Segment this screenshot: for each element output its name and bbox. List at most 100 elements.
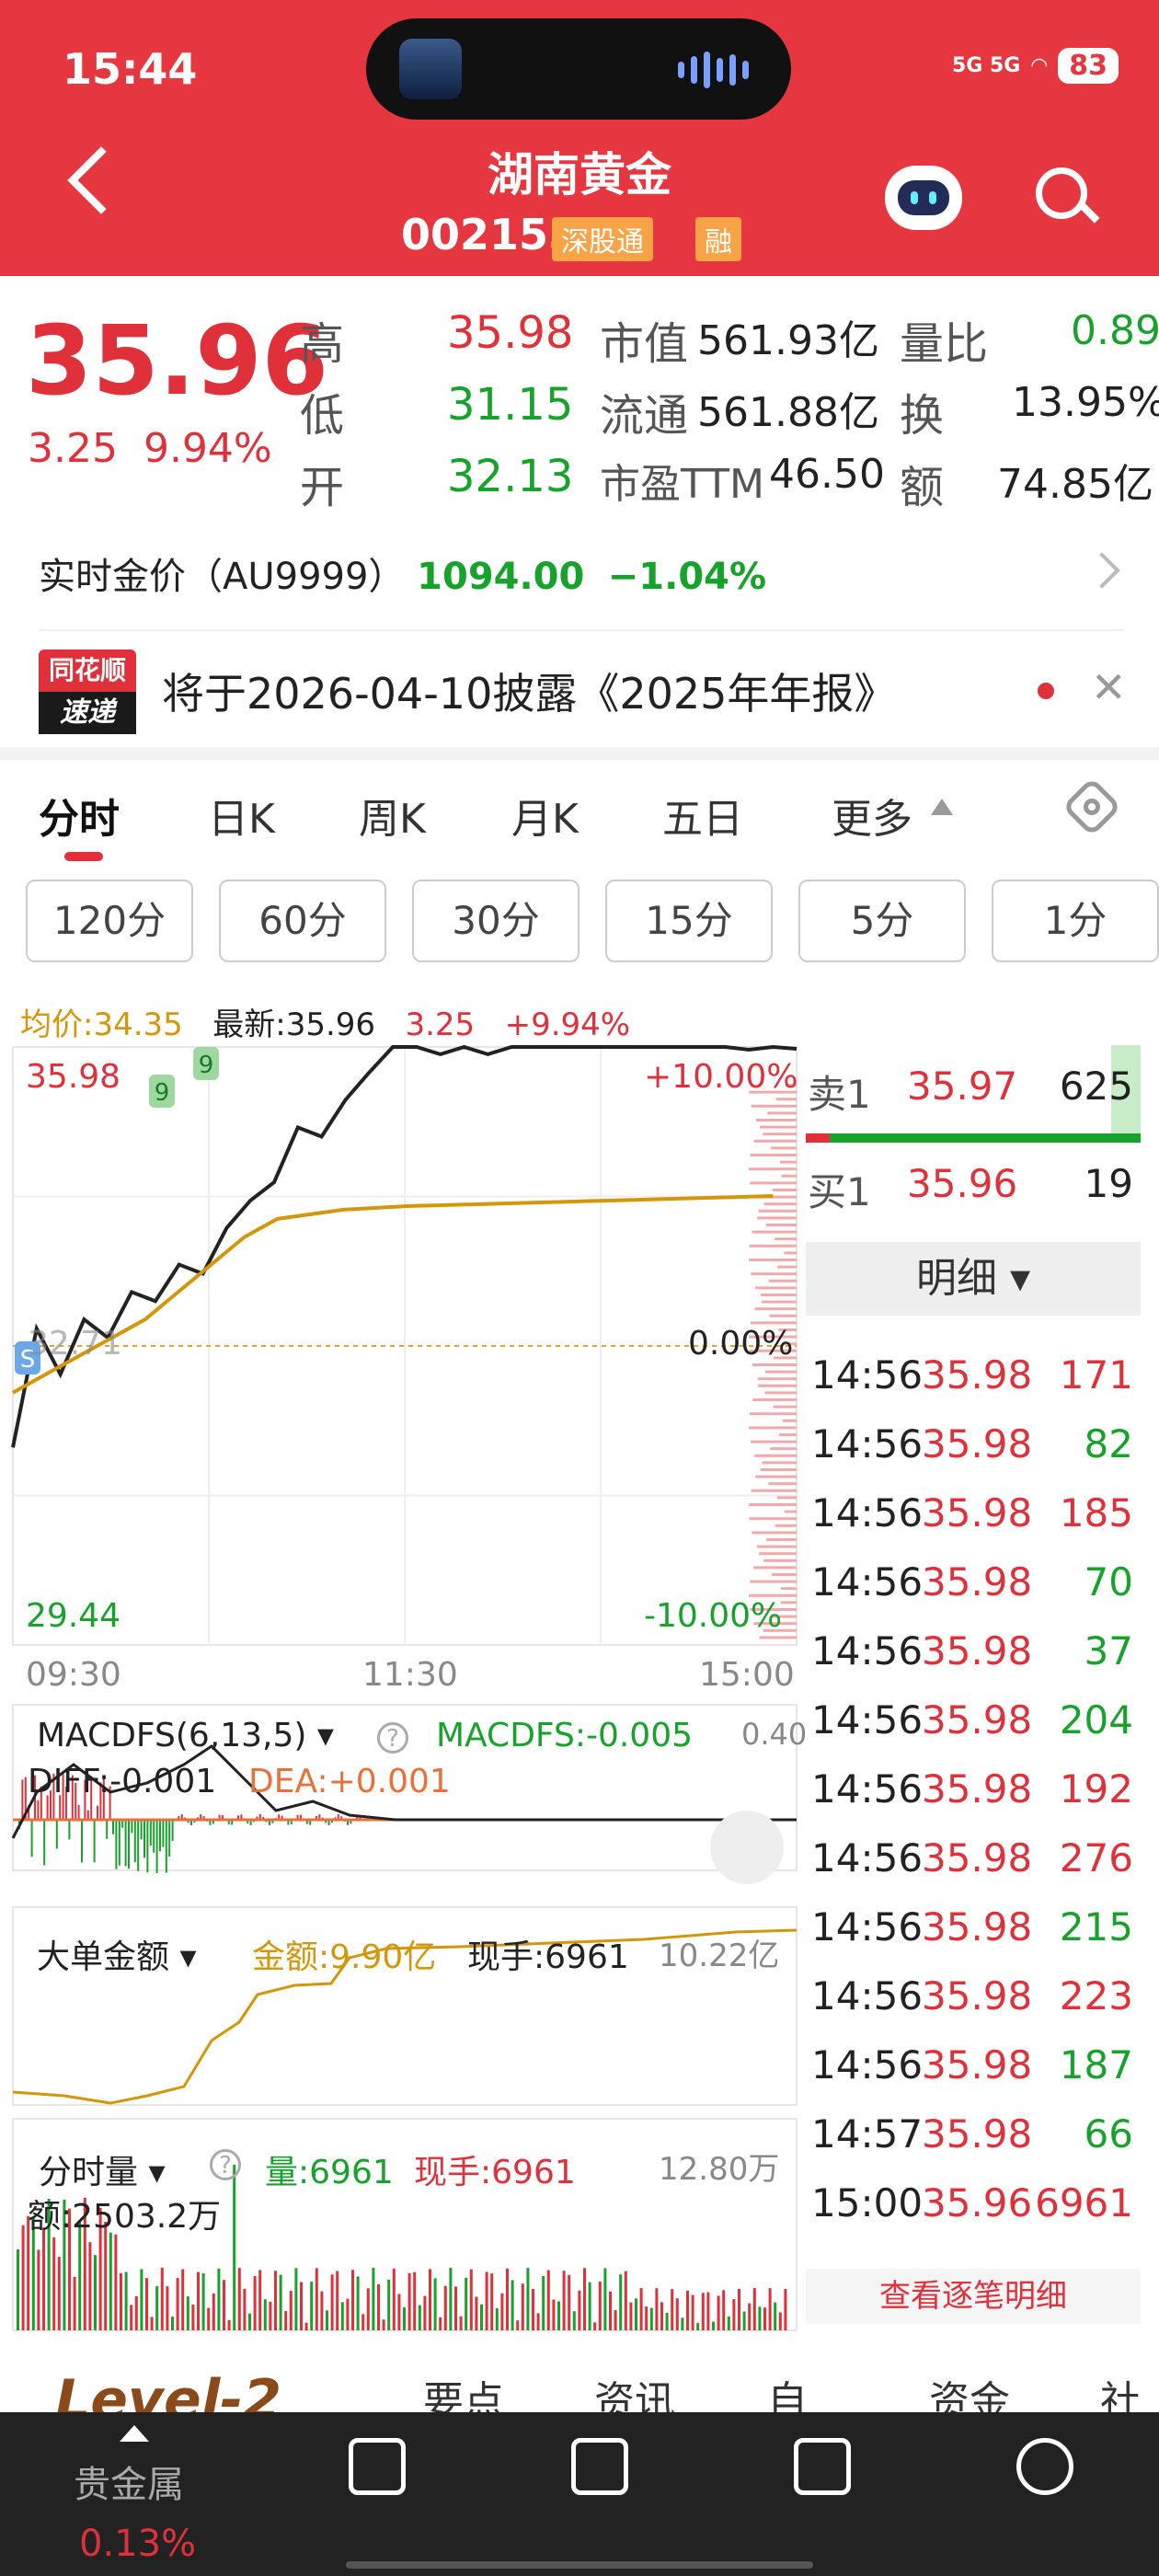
tab-funds[interactable]: 资金 [929,2368,1010,2414]
tab-more[interactable]: 更多 [832,786,912,845]
tab-intraday[interactable]: 分时 [39,786,120,845]
y-mid-label: 32.71 [28,1325,123,1363]
expand-icon[interactable] [710,1811,784,1884]
tick-time: 14:56 [811,1628,924,1673]
depth-bar [777,1265,797,1269]
settings-icon[interactable] [1061,776,1122,837]
tab-key-points[interactable]: 要点 [423,2368,504,2414]
gold-pct: −1.04% [607,556,767,598]
volume-bar [397,2294,401,2330]
volume-scale: 12.80万 [659,2151,780,2188]
tick-time: 14:56 [811,1904,924,1949]
functions-button[interactable]: 功能 [953,2438,1137,2556]
audio-wave-icon [678,52,749,88]
y-max-label: 35.98 [26,1058,121,1096]
interval-5[interactable]: 5分 [798,880,966,962]
tick-vol: 223 [1059,1973,1133,2018]
volume-bar [166,2286,169,2330]
volratio-value: 0.89 [1071,307,1159,354]
volume-bar [495,2307,499,2330]
volume-bar [351,2270,354,2330]
margin-badge: 融 [695,217,741,261]
depth-bar [754,1454,797,1457]
level2-logo[interactable]: Level-2 [55,2368,281,2414]
tick-vol: 276 [1059,1835,1133,1880]
depth-bar [778,1433,797,1436]
volume-bar [443,2285,447,2330]
view-tick-detail-link[interactable]: 查看逐笔明细 [806,2269,1141,2324]
depth-bar [750,1580,797,1583]
tab-news[interactable]: 资讯 [594,2368,675,2414]
diagnose-button[interactable]: 诊股 [508,2438,692,2556]
volume-bar [284,2310,288,2330]
volume-bar [722,2290,726,2330]
tab-community[interactable]: 社 [1100,2368,1141,2414]
volume-bar [475,2296,478,2330]
depth-bar [781,1587,797,1591]
metal-index-label[interactable]: 贵金属 [74,2455,184,2508]
volume-bar [217,2268,221,2330]
add-box-icon [571,2438,628,2495]
bigorder-select[interactable]: 大单金额 ▾ [37,1930,197,1978]
tab-five-day[interactable]: 五日 [662,786,743,845]
volume-bar [120,2272,122,2330]
volume-bar [52,2237,56,2330]
volume-bar [253,2276,257,2330]
document-icon [349,2438,406,2495]
volume-bar [124,2271,128,2330]
volume-bar [691,2294,694,2330]
volume-bar [207,2307,211,2330]
depth-bar [752,1531,797,1535]
tab-weekly-k[interactable]: 周K [359,786,426,845]
volume-bar [469,2269,473,2330]
volume-bar [274,2271,277,2330]
volume-bar [227,2319,231,2330]
volume-bar [562,2271,566,2330]
macd-select[interactable]: MACDFS(6,13,5) ▾ [37,1717,334,1754]
depth-bar [770,1447,797,1451]
volume-bar [742,2311,746,2330]
robot-assistant-icon[interactable] [885,166,962,230]
volume-bar [197,2271,200,2330]
depth-bar [750,1440,797,1443]
volume-bar [480,2304,483,2330]
interval-60[interactable]: 60分 [219,880,386,962]
volume-bar [758,2306,762,2330]
depth-bar [762,1300,797,1304]
series-line [12,1194,774,1395]
macd-bar [86,1810,89,1820]
volume-bar [145,2278,148,2330]
wifi-icon: ◠ [1031,54,1048,77]
order-button[interactable]: 下单 [285,2438,469,2556]
help-icon-2[interactable]: ? [210,2144,241,2181]
close-icon[interactable]: ✕ [1091,662,1127,712]
depth-bar [768,1279,797,1282]
remove-watchlist-button[interactable]: 删自选 [730,2438,914,2556]
x-tick-open: 09:30 [26,1656,121,1694]
help-icon[interactable]: ? [377,1717,408,1754]
marker-badge: 9 [193,1047,219,1080]
news-text[interactable]: 将于2026-04-10披露《2025年年报》 [162,661,896,721]
interval-1[interactable]: 1分 [992,880,1159,962]
macd-bar [159,1820,161,1852]
depth-bar [749,1167,797,1171]
detail-tab[interactable]: 明细 ▾ [806,1242,1141,1316]
macd-bar [43,1820,46,1866]
depth-bar [749,1412,797,1416]
volume-bar [614,2310,617,2330]
interval-30[interactable]: 30分 [412,880,580,962]
section-tabs-strip: Level-2 要点 资讯 自 资金 社 [0,2359,1159,2414]
interval-15[interactable]: 15分 [605,880,773,962]
gold-price-row[interactable]: 实时金价（AU9999） 1094.00 −1.04% [39,546,766,600]
search-icon[interactable] [1036,167,1087,219]
bigorder-scale: 10.22亿 [659,1938,780,1974]
volume-select[interactable]: 分时量 ▾ [39,2145,166,2193]
tab-monthly-k[interactable]: 月K [511,786,579,845]
tab-self[interactable]: 自 [767,2368,808,2414]
tab-daily-k[interactable]: 日K [208,786,275,845]
tick-time: 14:56 [811,1559,924,1604]
volume-bar [223,2280,225,2330]
interval-120[interactable]: 120分 [26,880,193,962]
volume-bar [619,2274,623,2330]
macd-bar [112,1820,114,1834]
